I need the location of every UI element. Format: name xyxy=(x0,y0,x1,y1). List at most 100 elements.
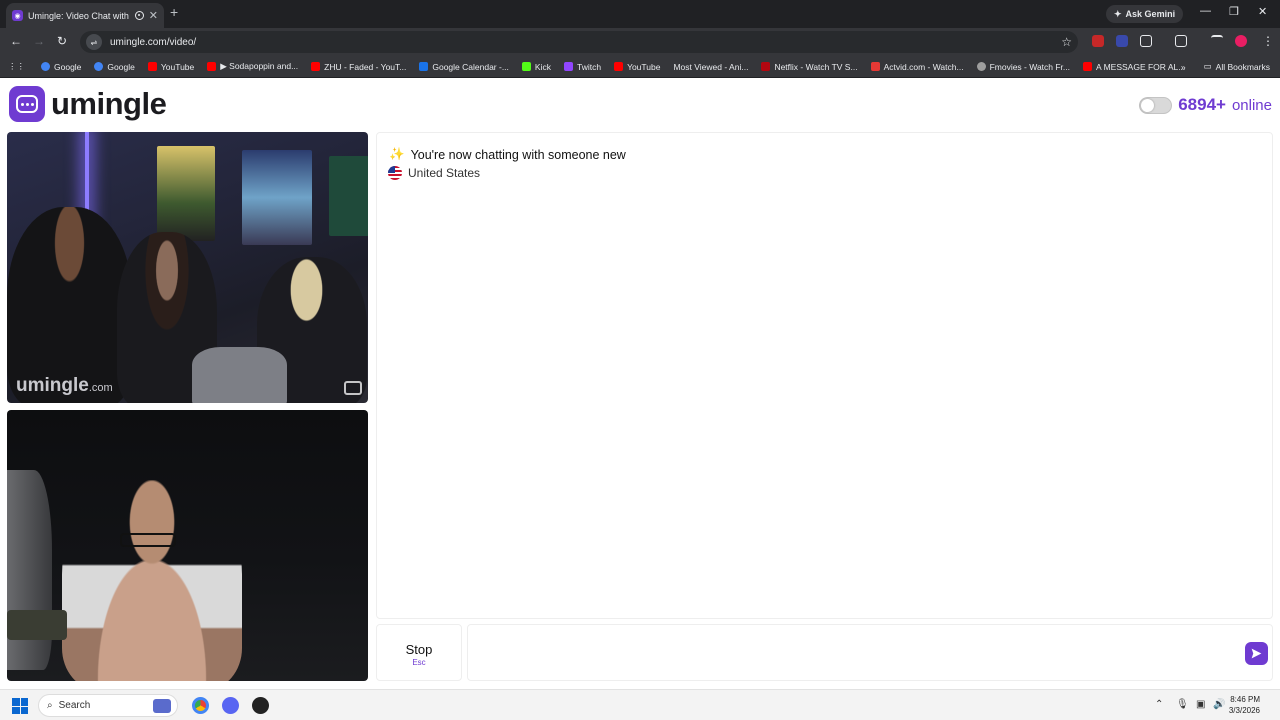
globe-icon xyxy=(976,62,986,71)
theme-toggle[interactable] xyxy=(1139,96,1173,114)
system-message: ✨ You're now chatting with someone new xyxy=(389,147,626,162)
browser-tab-active[interactable]: ◉ Umingle: Video Chat with S ✕ xyxy=(6,3,164,28)
site-header: umingle 6894+ online xyxy=(0,78,1280,130)
clock-date: 3/3/2026 xyxy=(1228,706,1260,715)
bookmark-favicon-icon xyxy=(94,62,104,71)
restore-window-icon[interactable]: ❐ xyxy=(1229,5,1239,18)
bookmark-item[interactable]: Twitch xyxy=(563,62,601,72)
watermark-text: umingle xyxy=(16,375,89,396)
youtube-icon xyxy=(1083,62,1093,71)
umingle-favicon-icon: ◉ xyxy=(12,10,23,21)
twitch-icon xyxy=(563,62,573,71)
sofa xyxy=(192,347,287,403)
close-tab-icon[interactable]: ✕ xyxy=(149,9,158,22)
all-bookmarks-button[interactable]: » ▭ All Bookmarks xyxy=(1181,61,1270,72)
back-arrow-icon[interactable]: ← xyxy=(10,34,22,48)
kick-icon xyxy=(521,62,531,71)
cast-icon[interactable] xyxy=(1175,35,1187,47)
self-video xyxy=(7,410,368,681)
clock-time: 8:46 PM xyxy=(1230,695,1260,704)
discord-taskbar-icon[interactable] xyxy=(222,697,239,714)
media-controls-icon[interactable] xyxy=(1211,35,1223,47)
url-text: umingle.com/video/ xyxy=(110,36,197,48)
youtube-icon xyxy=(311,62,321,71)
us-flag-icon xyxy=(388,166,402,180)
network-icon[interactable]: ▣ xyxy=(1196,699,1205,710)
watermark-suffix: .com xyxy=(88,382,113,394)
search-icon: ⌕ xyxy=(47,700,53,711)
ask-gemini-label: Ask Gemini xyxy=(1125,9,1176,19)
forward-arrow-icon[interactable]: → xyxy=(33,34,45,48)
obs-taskbar-icon[interactable] xyxy=(252,697,269,714)
message-input[interactable] xyxy=(467,624,1273,681)
close-window-icon[interactable]: ✕ xyxy=(1258,5,1267,18)
browser-toolbar: ← → ↻ ⇌ umingle.com/video/ ☆ ⋮ xyxy=(0,28,1280,56)
extension-blue-icon[interactable] xyxy=(1116,35,1128,47)
extensions-puzzle-icon[interactable] xyxy=(1140,35,1152,47)
bookmark-item[interactable]: YouTube xyxy=(614,62,660,72)
extension-red-icon[interactable] xyxy=(1092,35,1104,47)
stop-button[interactable]: Stop Esc xyxy=(376,624,462,681)
stranger-video: umingle.com xyxy=(7,132,368,403)
bookmarks-bar: ⋮⋮ Google Google YouTube ▶ Sodapoppin an… xyxy=(0,56,1280,78)
taskbar-search[interactable]: ⌕ Search xyxy=(38,694,178,717)
stop-button-label: Stop xyxy=(405,642,433,657)
chat-bubble-logo-icon xyxy=(9,86,45,122)
new-tab-button[interactable]: + xyxy=(170,4,178,20)
bookmark-item[interactable]: Netflix - Watch TV S... xyxy=(761,62,858,72)
bookmark-item[interactable]: Google xyxy=(94,62,135,72)
minimize-window-icon[interactable]: — xyxy=(1200,5,1211,17)
ask-gemini-button[interactable]: ✦ Ask Gemini xyxy=(1106,5,1184,23)
all-bookmarks-label: All Bookmarks xyxy=(1215,61,1270,72)
send-arrow-icon xyxy=(1251,648,1262,659)
country-text: United States xyxy=(408,166,481,180)
bookmark-item[interactable]: Kick xyxy=(521,62,551,72)
bookmark-item[interactable]: Most Viewed - Ani... xyxy=(673,62,748,72)
umingle-logo[interactable]: umingle xyxy=(9,86,167,122)
chat-log: ✨ You're now chatting with someone new U… xyxy=(376,132,1273,619)
calendar-icon xyxy=(419,62,429,71)
windows-taskbar: ⌕ Search ⌃ 🎙 ▣ 🔊 8:46 PM 3/3/2026 xyxy=(0,689,1280,720)
system-message-text: You're now chatting with someone new xyxy=(410,147,626,162)
person-self xyxy=(62,480,242,681)
glasses xyxy=(120,533,176,547)
send-button[interactable] xyxy=(1245,642,1268,665)
chrome-taskbar-icon[interactable] xyxy=(192,697,209,714)
recording-indicator-icon xyxy=(134,11,144,20)
bookmark-item[interactable]: ▶ Sodapoppin and... xyxy=(207,61,298,72)
youtube-icon xyxy=(614,62,624,71)
browser-menu-icon[interactable]: ⋮ xyxy=(1262,34,1274,48)
bookmark-star-icon[interactable]: ☆ xyxy=(1061,35,1072,49)
youtube-icon xyxy=(147,62,157,71)
tray-overflow-icon[interactable]: ⌃ xyxy=(1155,699,1163,710)
apps-grid-icon[interactable]: ⋮⋮ xyxy=(8,61,25,72)
youtube-icon xyxy=(207,62,217,71)
online-label: online xyxy=(1231,96,1272,114)
online-indicator: 6894+ online xyxy=(1139,95,1272,115)
bookmark-item[interactable]: A MESSAGE FOR AL... xyxy=(1083,62,1185,72)
netflix-icon xyxy=(761,62,771,71)
bookmark-item[interactable]: YouTube xyxy=(147,62,194,72)
bookmark-item[interactable]: Fmovies - Watch Fr... xyxy=(976,62,1070,72)
system-clock[interactable]: 8:46 PM 3/3/2026 xyxy=(1229,694,1260,716)
bookmark-item[interactable]: ZHU - Faded - YouT... xyxy=(311,62,406,72)
browser-tab-strip: ◉ Umingle: Video Chat with S ✕ + ✦ Ask G… xyxy=(0,0,1280,28)
bookmark-item[interactable]: Actvid.com - Watch... xyxy=(870,62,964,72)
bookmark-item[interactable]: Google Calendar -... xyxy=(419,62,509,72)
taskbar-search-label: Search xyxy=(58,700,91,711)
background-object xyxy=(7,610,67,640)
volume-icon[interactable]: 🔊 xyxy=(1213,699,1225,710)
wall-poster xyxy=(157,146,215,241)
report-flag-icon[interactable] xyxy=(344,381,362,395)
chevron-right-icon[interactable]: » xyxy=(1181,62,1186,72)
address-bar[interactable]: ⇌ umingle.com/video/ ☆ xyxy=(80,31,1078,53)
microphone-icon[interactable]: 🎙 xyxy=(1176,699,1189,710)
actvid-icon xyxy=(870,62,880,71)
profile-avatar-icon[interactable] xyxy=(1235,35,1247,47)
reload-icon[interactable]: ↻ xyxy=(57,34,67,48)
esc-hint: Esc xyxy=(412,658,426,667)
gemini-sparkle-icon: ✦ xyxy=(1114,8,1122,19)
bookmark-item[interactable]: Google xyxy=(41,62,81,72)
windows-start-icon[interactable] xyxy=(12,698,28,714)
site-info-icon[interactable]: ⇌ xyxy=(86,34,102,50)
